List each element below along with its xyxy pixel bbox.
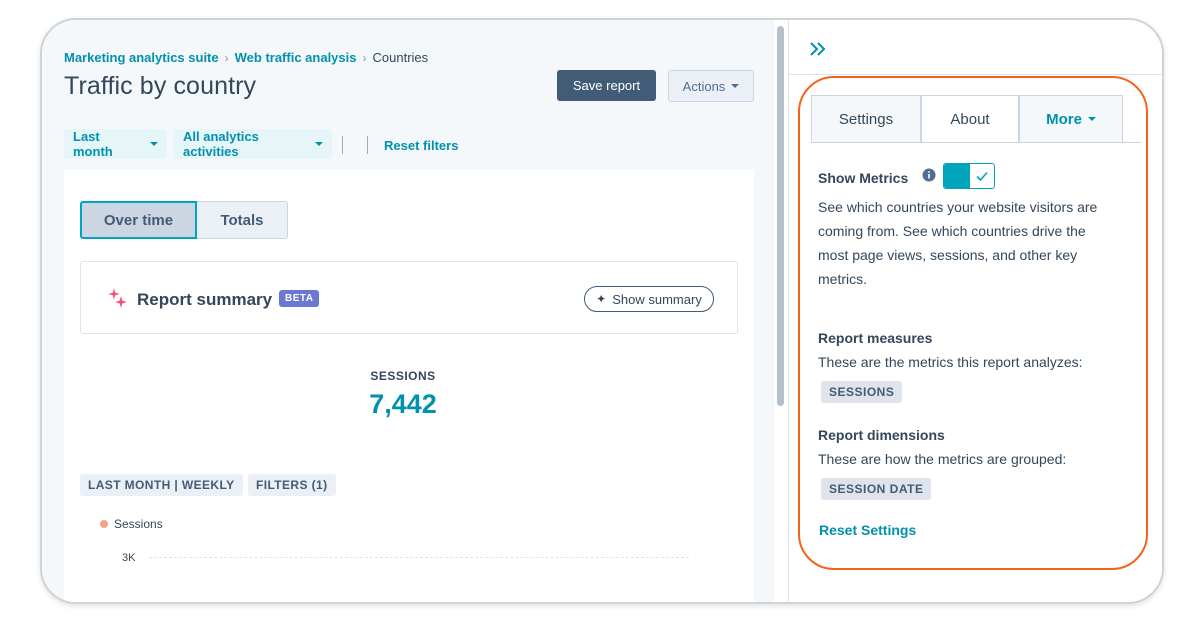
period-tag: LAST MONTH | WEEKLY — [80, 474, 243, 496]
chevron-right-icon: › — [224, 50, 229, 65]
reset-settings-link[interactable]: Reset Settings — [819, 522, 916, 538]
dimensions-heading: Report dimensions — [818, 427, 945, 443]
date-range-label: Last month — [73, 129, 113, 159]
info-icon[interactable] — [922, 168, 936, 182]
divider — [367, 136, 368, 154]
report-card: Over time Totals Report summary BETA ✦ S… — [64, 170, 754, 602]
chart-gridline — [149, 557, 689, 558]
y-axis-tick: 3K — [122, 552, 136, 564]
toggle-over-time-label: Over time — [103, 211, 174, 229]
measures-text: These are the metrics this report analyz… — [818, 354, 1083, 370]
metric-value: 7,442 — [369, 389, 437, 419]
breadcrumb: Marketing analytics suite › Web traffic … — [64, 50, 428, 65]
check-icon — [976, 171, 988, 182]
date-range-filter[interactable]: Last month — [64, 129, 167, 159]
metric-label: SESSIONS — [370, 369, 436, 383]
filters-tag[interactable]: FILTERS (1) — [248, 474, 336, 496]
toggle-knob — [944, 164, 970, 188]
chart-legend: Sessions — [100, 517, 163, 531]
report-summary-title: Report summary — [137, 290, 273, 309]
toggle-totals-label: Totals — [220, 211, 264, 229]
report-summary-panel: Report summary BETA ✦ Show summary — [80, 261, 738, 334]
caret-down-icon — [1087, 117, 1096, 121]
save-report-label: Save report — [572, 78, 641, 93]
beta-badge: BETA — [279, 290, 320, 307]
measures-heading: Report measures — [818, 330, 933, 346]
sparkle-icon: ✦ — [596, 292, 607, 306]
show-summary-label: Show summary — [612, 291, 702, 307]
legend-label-sessions: Sessions — [114, 517, 163, 531]
double-chevron-right-icon[interactable] — [807, 38, 829, 60]
show-metrics-label: Show Metrics — [818, 170, 909, 186]
sidebar-tabs: Settings About More — [811, 95, 1123, 143]
breadcrumb-link-web-traffic[interactable]: Web traffic analysis — [235, 50, 357, 65]
show-summary-button[interactable]: ✦ Show summary — [584, 286, 714, 312]
sparkle-icon — [108, 288, 127, 308]
legend-dot-sessions — [100, 520, 108, 528]
measure-tag: SESSIONS — [821, 381, 903, 403]
tab-settings-label: Settings — [838, 110, 894, 128]
page-title: Traffic by country — [64, 72, 257, 100]
activities-label: All analytics activities — [183, 129, 259, 159]
settings-sidebar: Settings About More Show Metrics See whi… — [788, 20, 1162, 602]
save-report-button[interactable]: Save report — [557, 70, 656, 101]
tab-settings[interactable]: Settings — [811, 95, 921, 143]
tab-more-label: More — [1046, 110, 1082, 128]
scrollbar-thumb[interactable] — [777, 26, 784, 406]
chevron-right-icon: › — [362, 50, 367, 65]
show-metrics-toggle[interactable] — [943, 163, 995, 189]
activities-filter[interactable]: All analytics activities — [174, 129, 332, 159]
dimension-tag: SESSION DATE — [821, 478, 932, 500]
view-toggle: Over time Totals — [80, 201, 288, 239]
report-pane: Marketing analytics suite › Web traffic … — [42, 20, 774, 602]
reset-filters-link[interactable]: Reset filters — [384, 138, 458, 153]
dimensions-text: These are how the metrics are grouped: — [818, 451, 1067, 467]
actions-label: Actions — [682, 78, 726, 94]
toggle-totals[interactable]: Totals — [197, 201, 288, 239]
tab-more[interactable]: More — [1019, 95, 1123, 143]
divider — [789, 74, 1162, 75]
toggle-over-time[interactable]: Over time — [80, 201, 197, 239]
tab-about[interactable]: About — [921, 95, 1019, 143]
about-description: See which countries your website visitor… — [818, 199, 1098, 287]
divider — [342, 136, 343, 154]
caret-down-icon — [315, 142, 323, 146]
actions-dropdown-button[interactable]: Actions — [668, 70, 754, 102]
tab-about-label: About — [950, 111, 990, 128]
caret-down-icon — [150, 142, 158, 146]
app-window: Marketing analytics suite › Web traffic … — [40, 18, 1164, 604]
breadcrumb-current: Countries — [372, 50, 429, 65]
caret-down-icon — [731, 84, 740, 88]
divider — [811, 142, 1141, 143]
breadcrumb-link-marketing-analytics[interactable]: Marketing analytics suite — [64, 50, 219, 65]
